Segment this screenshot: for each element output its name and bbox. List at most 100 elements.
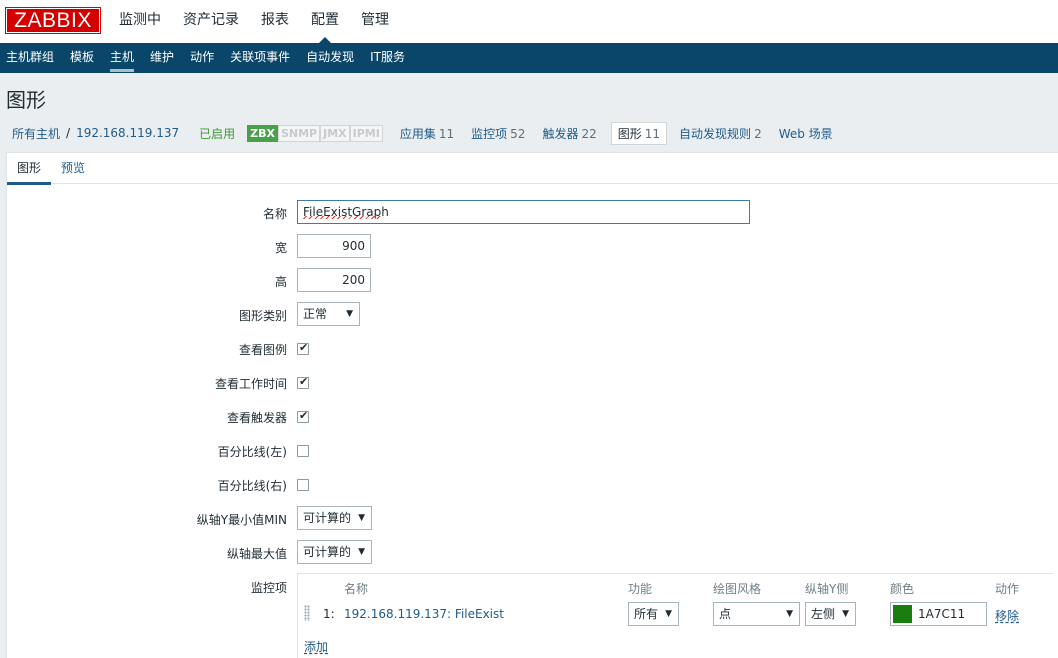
top-header: ZABBIX 监测中 资产记录 报表 配置 管理 <box>0 0 1058 43</box>
graph-form-panel: 图形 预览 名称 宽 高 图形类别 正常 ▼ 查看图例 <box>6 152 1058 658</box>
item-color-picker[interactable]: 1A7C11 <box>890 602 987 626</box>
host-nav-triggers[interactable]: 触发器 22 <box>542 125 596 142</box>
submenu-event-correlation[interactable]: 关联项事件 <box>222 43 298 73</box>
row-show-worktime: 查看工作时间 <box>7 370 1058 396</box>
badge-snmp: SNMP <box>277 124 321 142</box>
show-legend-field-wrap <box>297 336 309 358</box>
host-nav-count: 2 <box>754 126 762 141</box>
header-function: 功能 <box>628 582 653 596</box>
color-swatch[interactable] <box>893 605 912 623</box>
tab-graph[interactable]: 图形 <box>7 153 52 185</box>
chevron-down-icon: ▼ <box>786 609 793 619</box>
item-y-axis-side-select[interactable]: 左侧 ▼ <box>805 602 856 626</box>
graph-type-value: 正常 <box>303 307 328 321</box>
badge-jmx: JMX <box>320 124 350 142</box>
item-draw-style-select[interactable]: 点 ▼ <box>713 602 800 626</box>
host-nav-label: 自动发现规则 <box>679 126 752 141</box>
ymin-select[interactable]: 可计算的 ▼ <box>297 506 372 530</box>
show-triggers-label: 查看触发器 <box>226 411 287 425</box>
item-function-value: 所有 <box>634 607 659 621</box>
item-color-wrap: 1A7C11 <box>890 602 987 626</box>
row-show-legend: 查看图例 <box>7 336 1058 362</box>
submenu-actions[interactable]: 动作 <box>182 43 222 73</box>
drag-handle-icon[interactable] <box>304 605 310 621</box>
height-field-wrap <box>297 268 371 292</box>
submenu-maintenance[interactable]: 维护 <box>142 43 182 73</box>
height-input[interactable] <box>297 268 371 292</box>
host-nav-discovery-rules[interactable]: 自动发现规则 2 <box>679 125 762 142</box>
row-ymin: 纵轴Y最小值MIN 可计算的 ▼ <box>7 506 1058 532</box>
add-item-link[interactable]: 添加 <box>304 638 328 655</box>
zabbix-logo[interactable]: ZABBIX <box>5 7 101 34</box>
breadcrumb-all-hosts[interactable]: 所有主机 <box>12 125 60 142</box>
chevron-down-icon: ▼ <box>346 309 353 319</box>
host-nav-label: 图形 <box>617 126 642 141</box>
percentile-left-field-wrap <box>297 438 309 460</box>
item-name-link[interactable]: 192.168.119.137: FileExist <box>344 607 504 621</box>
ymin-label: 纵轴Y最小值MIN <box>196 513 287 527</box>
row-graph-type: 图形类别 正常 ▼ <box>7 302 1058 328</box>
menu-reports[interactable]: 报表 <box>250 0 300 43</box>
width-label: 宽 <box>274 241 287 255</box>
submenu-host-groups[interactable]: 主机群组 <box>0 43 62 73</box>
menu-administration[interactable]: 管理 <box>350 0 400 43</box>
menu-inventory[interactable]: 资产记录 <box>172 0 250 43</box>
show-worktime-label: 查看工作时间 <box>214 377 287 391</box>
show-worktime-field-wrap <box>297 370 309 392</box>
submenu-templates[interactable]: 模板 <box>62 43 102 73</box>
submenu-discovery[interactable]: 自动发现 <box>298 43 362 73</box>
header-draw-style: 绘图风格 <box>713 582 762 596</box>
badge-ipmi: IPMI <box>349 124 383 142</box>
host-breadcrumb: 所有主机 / 192.168.119.137 已启用 ZBX SNMP JMX … <box>0 118 1058 148</box>
width-field-wrap <box>297 234 371 258</box>
graph-type-field-wrap: 正常 ▼ <box>297 302 360 326</box>
tab-preview[interactable]: 预览 <box>51 153 95 184</box>
host-nav-applications[interactable]: 应用集 11 <box>400 125 454 142</box>
host-status[interactable]: 已启用 <box>199 125 235 142</box>
main-menu: 监测中 资产记录 报表 配置 管理 <box>108 0 400 43</box>
graph-type-label: 图形类别 <box>238 309 287 323</box>
item-function-select[interactable]: 所有 ▼ <box>628 602 679 626</box>
name-label: 名称 <box>262 207 287 221</box>
name-field-wrap <box>297 200 750 224</box>
host-nav-graphs[interactable]: 图形 11 <box>610 121 668 145</box>
host-nav-count: 22 <box>581 126 597 141</box>
host-nav-count: 11 <box>438 126 455 141</box>
percentile-left-label: 百分比线(左) <box>217 445 287 459</box>
ymax-field-wrap: 可计算的 ▼ <box>297 540 372 564</box>
chevron-down-icon: ▼ <box>665 609 672 619</box>
header-action: 动作 <box>995 582 1020 596</box>
percentile-right-checkbox[interactable] <box>297 479 309 491</box>
header-y-axis-side: 纵轴Y侧 <box>805 582 849 596</box>
item-draw-style-wrap: 点 ▼ <box>713 602 800 626</box>
graph-type-select[interactable]: 正常 ▼ <box>297 302 360 326</box>
submenu-it-services[interactable]: IT服务 <box>362 43 413 73</box>
header-color: 颜色 <box>890 582 915 596</box>
menu-monitoring[interactable]: 监测中 <box>108 0 172 43</box>
ymax-label: 纵轴最大值 <box>226 547 287 561</box>
breadcrumb-host[interactable]: 192.168.119.137 <box>76 126 179 140</box>
show-legend-checkbox[interactable] <box>297 341 309 355</box>
menu-configuration[interactable]: 配置 <box>300 0 350 43</box>
ymax-select[interactable]: 可计算的 ▼ <box>297 540 372 564</box>
row-percentile-left: 百分比线(左) <box>7 438 1058 464</box>
host-nav-web-scenarios[interactable]: Web 场景 <box>779 125 833 142</box>
row-height: 高 <box>7 268 1058 294</box>
header-name: 名称 <box>344 582 369 596</box>
item-draw-style-value: 点 <box>719 607 732 621</box>
ymin-value: 可计算的 <box>303 511 352 525</box>
page-title: 图形 <box>6 88 46 112</box>
show-triggers-field-wrap <box>297 404 309 426</box>
item-y-axis-side-wrap: 左侧 ▼ <box>805 602 856 626</box>
item-remove-link[interactable]: 移除 <box>995 607 1019 624</box>
row-percentile-right: 百分比线(右) <box>7 472 1058 498</box>
show-worktime-checkbox[interactable] <box>297 375 309 389</box>
percentile-left-checkbox[interactable] <box>297 445 309 457</box>
host-nav-label: 应用集 <box>399 126 436 141</box>
name-input[interactable] <box>297 200 750 224</box>
submenu-hosts[interactable]: 主机 <box>102 43 142 73</box>
form-tabs: 图形 预览 <box>7 153 1058 185</box>
width-input[interactable] <box>297 234 371 258</box>
show-triggers-checkbox[interactable] <box>297 409 309 423</box>
host-nav-items[interactable]: 监控项 52 <box>471 125 525 142</box>
